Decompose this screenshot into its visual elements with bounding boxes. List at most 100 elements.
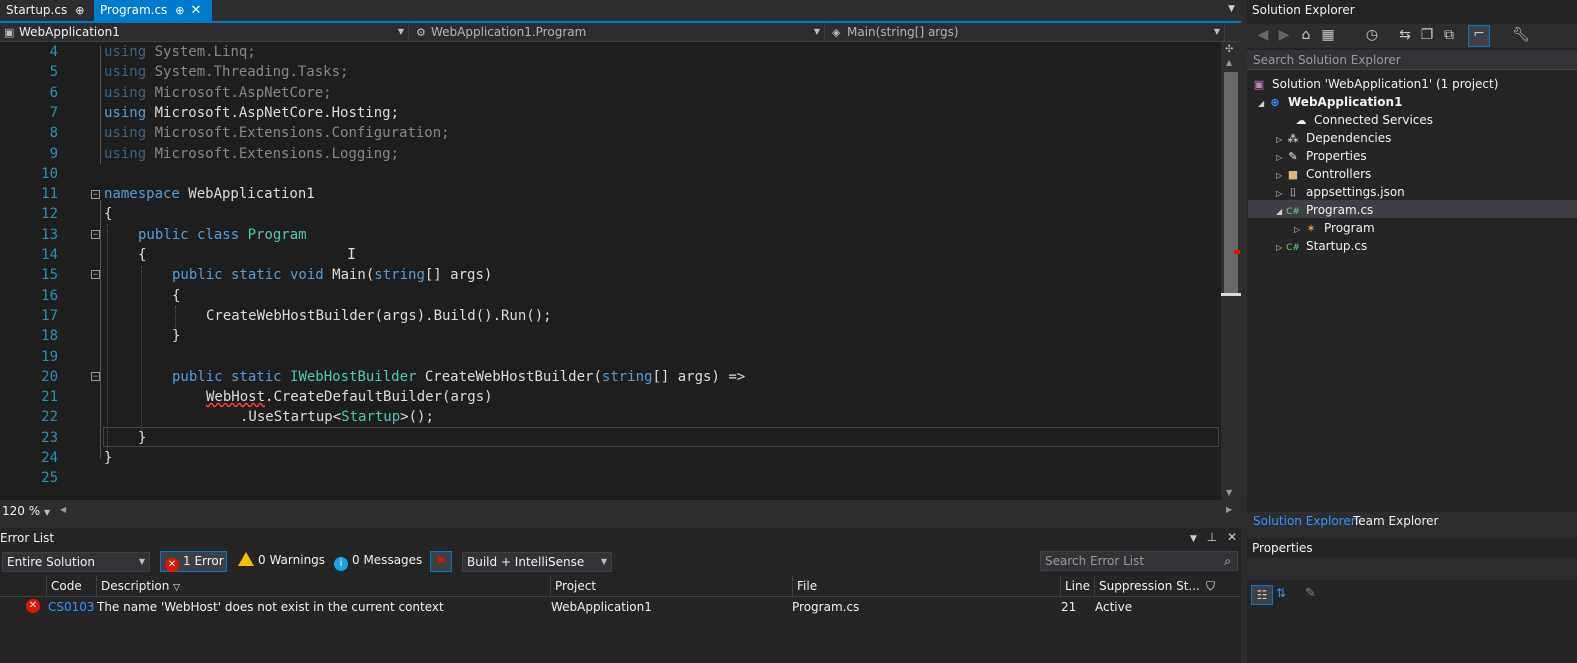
column-header-code[interactable]: Code	[46, 576, 101, 596]
alphabetical-icon[interactable]: ⇅	[1276, 586, 1286, 600]
switch-views-icon[interactable]: ▦	[1318, 27, 1338, 43]
close-icon[interactable]: ✕	[191, 3, 202, 18]
properties-wrench-icon[interactable]: 🔧︎	[1511, 27, 1531, 43]
preview-selected-icon[interactable]: ⌐	[1468, 25, 1490, 47]
search-error-list-input[interactable]: Search Error List ⌕	[1040, 551, 1238, 571]
line-number: 15	[41, 267, 58, 284]
split-editor-icon[interactable]: ✣	[1225, 44, 1233, 55]
error-marker[interactable]	[1234, 250, 1240, 254]
web-project-icon: ⊕	[1270, 96, 1280, 109]
scope-dropdown[interactable]: Entire Solution ▼	[2, 552, 150, 572]
pin-icon[interactable]: ⊕	[75, 4, 84, 17]
node-label: Properties	[1306, 149, 1367, 163]
filter-toggle-icon[interactable]: ⚑	[430, 551, 452, 572]
class-icon: ⚙	[416, 26, 426, 39]
expanded-arrow-icon[interactable]: ◢	[1276, 203, 1286, 221]
tree-node-solution[interactable]: ▣ Solution 'WebApplication1' (1 project)	[1252, 75, 1499, 93]
sync-icon[interactable]: ⇆	[1395, 27, 1415, 43]
errors-filter-button[interactable]: ✕ 1 Error	[160, 551, 227, 572]
code-line: using System.Linq;	[104, 42, 256, 62]
show-all-files-icon[interactable]: ⧉	[1439, 27, 1459, 43]
chevron-down-icon: ▼	[813, 27, 820, 36]
back-icon[interactable]: ◀	[1253, 27, 1273, 43]
tree-node-connected-services[interactable]: ☁ Connected Services	[1294, 111, 1434, 129]
close-icon[interactable]: ✕	[1227, 530, 1237, 544]
line-number: 23	[41, 429, 58, 446]
error-list-title: Error List	[0, 531, 55, 545]
property-pages-icon[interactable]: ✎	[1305, 586, 1316, 601]
tree-node-startup-cs[interactable]: ▷ C# Startup.cs	[1276, 237, 1367, 255]
tab-solution-explorer[interactable]: Solution Explorer	[1248, 512, 1361, 530]
tab-overflow-icon[interactable]: ▼	[1228, 4, 1235, 14]
tab-team-explorer[interactable]: Team Explorer	[1348, 512, 1444, 530]
collapse-namespace-icon[interactable]: −	[91, 190, 100, 200]
collapse-class-icon[interactable]: −	[91, 230, 100, 240]
collapse-builder-icon[interactable]: −	[91, 372, 100, 382]
line-number: 12	[41, 206, 58, 223]
forward-icon[interactable]: ▶	[1274, 27, 1294, 43]
type-name: Program	[247, 226, 307, 243]
zoom-dropdown[interactable]: 120 % ▼	[0, 502, 56, 520]
column-header-suppression[interactable]: Suppression St... ⛉	[1094, 576, 1245, 596]
tree-node-properties[interactable]: ▷ ✎ Properties	[1276, 147, 1367, 165]
tree-node-dependencies[interactable]: ▷ ⁂ Dependencies	[1276, 129, 1391, 147]
line-number: 24	[41, 450, 58, 466]
panel-splitter[interactable]	[0, 520, 1241, 528]
folder-icon: ■	[1287, 168, 1299, 181]
tree-node-project[interactable]: ◢ ⊕ WebApplication1	[1258, 93, 1402, 111]
filter-icon[interactable]: ⛉	[1206, 576, 1215, 596]
column-header-project[interactable]: Project	[550, 576, 795, 596]
dependencies-icon: ⁂	[1287, 132, 1299, 145]
tree-node-program-cs[interactable]: ◢ C# Program.cs	[1276, 201, 1373, 219]
scrollbar-thumb[interactable]	[1224, 72, 1238, 294]
categorized-icon[interactable]: ☷	[1251, 585, 1273, 605]
member-dropdown[interactable]: ◈ Main(string[] args) ▼	[828, 23, 1225, 41]
tab-startup-cs[interactable]: Startup.cs ⊕	[0, 0, 104, 21]
caret-position-marker	[1221, 293, 1241, 296]
column-header-file[interactable]: File	[792, 576, 1063, 596]
collapsed-arrow-icon[interactable]: ▷	[1276, 239, 1286, 257]
tree-node-program-class[interactable]: ▷ ✶ Program	[1294, 219, 1375, 237]
zoom-level: 120 %	[2, 504, 41, 518]
line-number: 16	[41, 287, 58, 304]
scroll-up-icon[interactable]: ▲	[1226, 58, 1232, 67]
properties-object-selector[interactable]	[1247, 558, 1577, 580]
home-icon[interactable]: ⌂	[1296, 27, 1316, 43]
column-header-description[interactable]: Description ▽	[96, 576, 553, 596]
error-squiggle[interactable]: WebHost	[206, 389, 265, 405]
column-header-line[interactable]: Line	[1060, 576, 1097, 596]
expanded-arrow-icon[interactable]: ◢	[1258, 95, 1268, 113]
csharp-project-icon: ▣	[4, 26, 15, 39]
node-label: Program	[1324, 221, 1375, 235]
project-dropdown[interactable]: ▣ WebApplication1 ▼	[0, 23, 409, 41]
column-header-label: Description	[101, 579, 170, 593]
scroll-right-icon[interactable]: ▶	[1226, 505, 1232, 514]
project-dropdown-label: WebApplication1	[19, 25, 120, 39]
scroll-left-icon[interactable]: ◀	[60, 505, 66, 514]
window-menu-icon[interactable]: ▼	[1190, 534, 1197, 544]
line-number: 5	[49, 64, 58, 81]
warnings-filter-button[interactable]: 0 Warnings	[234, 551, 325, 572]
line-number: 25	[41, 470, 58, 487]
scroll-down-icon[interactable]: ▼	[1226, 488, 1232, 497]
messages-filter-button[interactable]: i 0 Messages	[330, 551, 422, 572]
node-label: WebApplication1	[1288, 95, 1403, 109]
source-dropdown[interactable]: Build + IntelliSense ▼	[462, 552, 612, 572]
tab-program-cs[interactable]: Program.cs ⊕ ✕	[94, 0, 212, 21]
error-list-header-row: Code Description ▽ Project File Line Sup…	[0, 576, 1241, 597]
pin-icon[interactable]: ⊥	[1207, 530, 1217, 544]
tree-node-controllers[interactable]: ▷ ■ Controllers	[1276, 165, 1371, 183]
text-cursor-icon: I	[347, 245, 357, 263]
pending-changes-icon[interactable]: ◷	[1362, 27, 1382, 43]
search-solution-explorer-input[interactable]: Search Solution Explorer	[1247, 50, 1577, 70]
collapse-all-icon[interactable]: ❐	[1417, 27, 1437, 43]
pin-icon[interactable]: ⊕	[175, 4, 184, 17]
error-code-link[interactable]: CS0103	[48, 598, 95, 616]
cloud-icon: ☁	[1295, 114, 1307, 127]
keyword: using	[104, 125, 147, 142]
tree-node-appsettings[interactable]: ▷ ⌷ appsettings.json	[1276, 183, 1405, 201]
messages-count: 0 Messages	[352, 553, 423, 567]
code-line: public static IWebHostBuilder CreateWebH…	[172, 367, 745, 387]
class-dropdown[interactable]: ⚙ WebApplication1.Program ▼	[412, 23, 825, 41]
collapse-main-icon[interactable]: −	[91, 270, 100, 280]
